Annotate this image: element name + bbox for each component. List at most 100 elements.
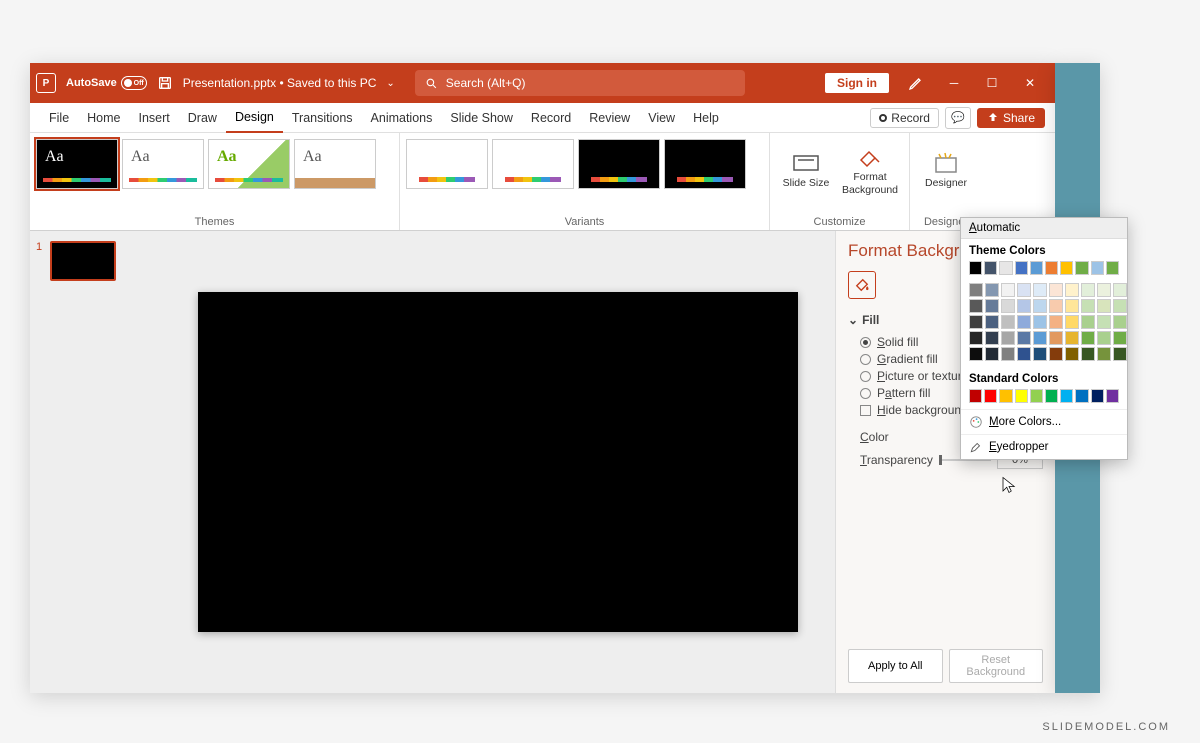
color-swatch[interactable] <box>984 261 997 275</box>
color-swatch[interactable] <box>1065 315 1079 329</box>
color-swatch[interactable] <box>1049 347 1063 361</box>
signin-button[interactable]: Sign in <box>825 73 889 93</box>
autosave-toggle[interactable]: AutoSave Off <box>66 76 147 90</box>
color-swatch[interactable] <box>1001 315 1015 329</box>
color-swatch[interactable] <box>1001 347 1015 361</box>
color-swatch[interactable] <box>1065 331 1079 345</box>
menu-animations[interactable]: Animations <box>362 103 442 133</box>
menu-insert[interactable]: Insert <box>130 103 179 133</box>
color-swatch[interactable] <box>1033 299 1047 313</box>
maximize-button[interactable]: ☐ <box>973 63 1011 103</box>
color-swatch[interactable] <box>1033 347 1047 361</box>
menu-file[interactable]: File <box>40 103 78 133</box>
color-swatch[interactable] <box>1065 347 1079 361</box>
color-swatch[interactable] <box>1033 315 1047 329</box>
color-swatch[interactable] <box>969 389 982 403</box>
color-swatch[interactable] <box>1033 283 1047 297</box>
color-swatch[interactable] <box>1030 261 1043 275</box>
save-icon[interactable] <box>157 75 173 91</box>
pen-icon[interactable] <box>897 63 935 103</box>
color-swatch[interactable] <box>1017 283 1031 297</box>
menu-design[interactable]: Design <box>226 103 283 133</box>
color-swatch[interactable] <box>1113 347 1127 361</box>
color-swatch[interactable] <box>1065 299 1079 313</box>
color-swatch[interactable] <box>969 315 983 329</box>
fill-tab-button[interactable] <box>848 271 876 299</box>
color-swatch[interactable] <box>1060 261 1073 275</box>
color-swatch[interactable] <box>1113 315 1127 329</box>
color-swatch[interactable] <box>985 331 999 345</box>
color-swatch[interactable] <box>1049 331 1063 345</box>
color-swatch[interactable] <box>1081 331 1095 345</box>
color-swatch[interactable] <box>1097 347 1111 361</box>
color-swatch[interactable] <box>969 347 983 361</box>
apply-to-all-button[interactable]: Apply to All <box>848 649 943 683</box>
color-swatch[interactable] <box>999 261 1012 275</box>
menu-help[interactable]: Help <box>684 103 728 133</box>
menu-view[interactable]: View <box>639 103 684 133</box>
color-swatch[interactable] <box>1030 389 1043 403</box>
color-swatch[interactable] <box>1045 261 1058 275</box>
color-swatch[interactable] <box>1033 331 1047 345</box>
color-swatch[interactable] <box>1075 261 1088 275</box>
color-swatch[interactable] <box>1091 389 1104 403</box>
color-swatch[interactable] <box>1097 299 1111 313</box>
variant-thumb-1[interactable] <box>406 139 488 189</box>
color-swatch[interactable] <box>1017 315 1031 329</box>
menu-transitions[interactable]: Transitions <box>283 103 362 133</box>
color-swatch[interactable] <box>969 261 982 275</box>
color-swatch[interactable] <box>1001 299 1015 313</box>
menu-record[interactable]: Record <box>522 103 580 133</box>
variant-thumb-3[interactable] <box>578 139 660 189</box>
color-swatch[interactable] <box>985 315 999 329</box>
color-swatch[interactable] <box>1017 331 1031 345</box>
color-swatch[interactable] <box>1097 283 1111 297</box>
share-button[interactable]: Share <box>977 108 1045 128</box>
minimize-button[interactable]: ─ <box>935 63 973 103</box>
color-swatch[interactable] <box>1113 331 1127 345</box>
color-swatch[interactable] <box>1060 389 1073 403</box>
search-box[interactable]: Search (Alt+Q) <box>415 70 745 96</box>
color-swatch[interactable] <box>1001 283 1015 297</box>
chevron-down-icon[interactable]: ⌄ <box>386 78 394 89</box>
menu-home[interactable]: Home <box>78 103 129 133</box>
color-swatch[interactable] <box>999 389 1012 403</box>
color-swatch[interactable] <box>1049 283 1063 297</box>
color-swatch[interactable] <box>1081 299 1095 313</box>
menu-review[interactable]: Review <box>580 103 639 133</box>
color-swatch[interactable] <box>1097 315 1111 329</box>
automatic-color-item[interactable]: Automatic <box>961 218 1127 239</box>
color-swatch[interactable] <box>1075 389 1088 403</box>
variant-thumb-2[interactable] <box>492 139 574 189</box>
more-colors-item[interactable]: More Colors... <box>961 409 1127 434</box>
color-swatch[interactable] <box>1045 389 1058 403</box>
color-swatch[interactable] <box>1113 283 1127 297</box>
color-swatch[interactable] <box>1001 331 1015 345</box>
color-swatch[interactable] <box>969 283 983 297</box>
comments-button[interactable]: 💬 <box>945 107 971 129</box>
theme-thumb-2[interactable]: Aa <box>122 139 204 189</box>
slide-thumbnail-1[interactable] <box>50 241 116 281</box>
format-background-button[interactable]: Format Background <box>840 139 900 203</box>
document-title[interactable]: Presentation.pptx • Saved to this PC <box>183 76 377 90</box>
color-swatch[interactable] <box>1017 299 1031 313</box>
color-swatch[interactable] <box>1017 347 1031 361</box>
color-swatch[interactable] <box>1106 261 1119 275</box>
color-swatch[interactable] <box>985 347 999 361</box>
color-swatch[interactable] <box>969 299 983 313</box>
slide-size-button[interactable]: Slide Size <box>776 139 836 203</box>
menu-slideshow[interactable]: Slide Show <box>441 103 522 133</box>
close-button[interactable]: ✕ <box>1011 63 1049 103</box>
color-swatch[interactable] <box>984 389 997 403</box>
color-swatch[interactable] <box>985 283 999 297</box>
color-swatch[interactable] <box>1081 315 1095 329</box>
color-swatch[interactable] <box>1113 299 1127 313</box>
color-swatch[interactable] <box>1081 347 1095 361</box>
color-swatch[interactable] <box>1015 261 1028 275</box>
color-swatch[interactable] <box>969 331 983 345</box>
color-swatch[interactable] <box>1081 283 1095 297</box>
theme-thumb-4[interactable]: Aa <box>294 139 376 189</box>
color-swatch[interactable] <box>1097 331 1111 345</box>
color-swatch[interactable] <box>1106 389 1119 403</box>
theme-thumb-1[interactable]: Aa <box>36 139 118 189</box>
